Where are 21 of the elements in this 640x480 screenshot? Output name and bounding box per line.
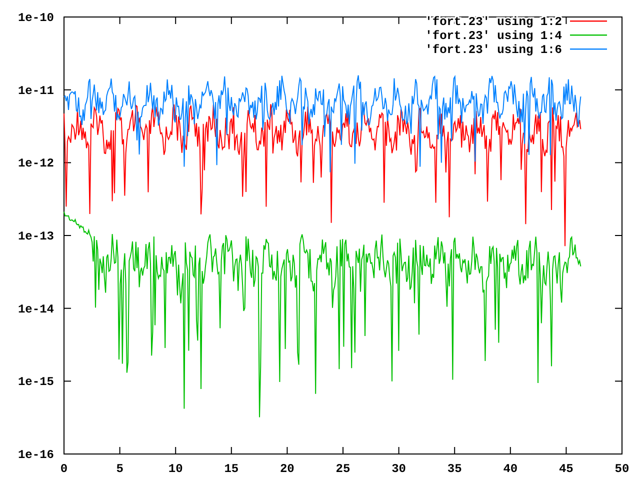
x-tick-label: 0	[60, 462, 68, 476]
x-tick-label: 5	[116, 462, 124, 476]
legend-label: 'fort.23' using 1:2	[425, 15, 562, 29]
y-tick-label: 1e-15	[18, 375, 54, 390]
y-tick-label: 1e-12	[18, 156, 54, 171]
y-tick-label: 1e-10	[18, 11, 54, 25]
x-tick-label: 10	[168, 462, 183, 476]
x-tick-label: 25	[336, 462, 350, 476]
legend-label: 'fort.23' using 1:4	[425, 29, 562, 43]
y-tick-label: 1e-14	[18, 302, 54, 316]
x-tick-label: 50	[614, 462, 630, 476]
legend-label: 'fort.23' using 1:6	[425, 43, 562, 57]
x-tick-label: 20	[280, 462, 294, 476]
x-tick-label: 15	[224, 462, 239, 476]
y-tick-label: 1e-16	[18, 448, 54, 462]
x-tick-label: 35	[447, 462, 462, 476]
x-tick-label: 45	[559, 462, 574, 476]
x-tick-label: 30	[392, 462, 406, 476]
y-tick-label: 1e-13	[18, 230, 54, 244]
y-tick-label: 1e-11	[18, 84, 54, 98]
x-tick-label: 40	[503, 462, 518, 476]
